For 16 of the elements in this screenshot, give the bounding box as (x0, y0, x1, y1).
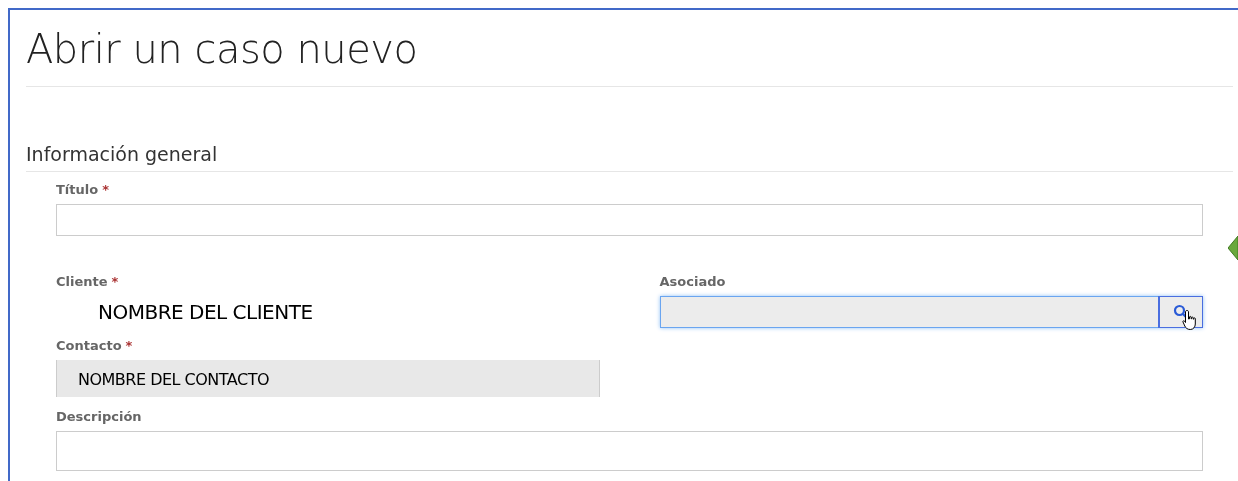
field-label: Descripción (56, 408, 142, 424)
text-area[interactable] (56, 431, 1203, 471)
readonly-field: NOMBRE DEL CONTACTO (56, 360, 600, 397)
field-label: Asociado (659, 273, 726, 289)
field-label: Contacto (56, 337, 122, 353)
field-value: NOMBRE DEL CLIENTE (97, 299, 313, 324)
required-mark: * (102, 181, 109, 197)
required-mark: * (125, 337, 133, 353)
field-label: Cliente (56, 273, 108, 289)
lookup-field[interactable] (659, 296, 1203, 328)
diamond-icon (1228, 236, 1238, 260)
required-mark: * (111, 273, 119, 289)
section-heading: Información general (26, 143, 218, 167)
page-title: Abrir un caso nuevo (26, 25, 418, 74)
field-label: Título (56, 181, 99, 197)
text-field[interactable] (56, 204, 1203, 236)
